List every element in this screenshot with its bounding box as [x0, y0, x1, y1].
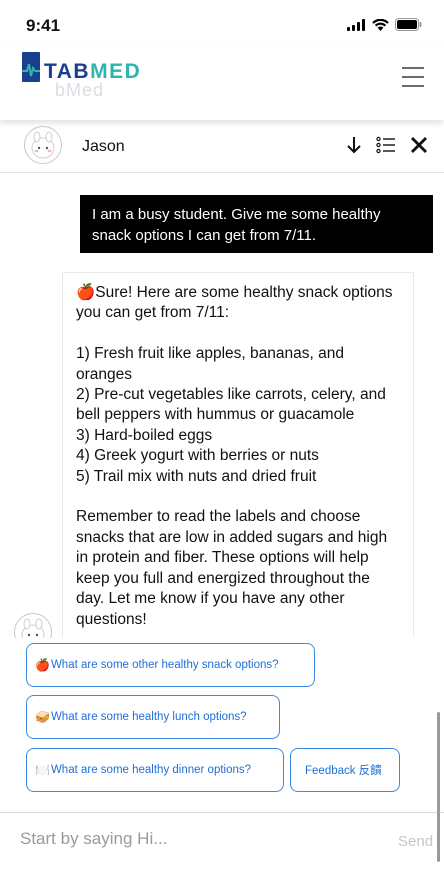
app-logo[interactable]: TABMED: [22, 52, 141, 82]
chat-toolbar: [346, 136, 428, 154]
menu-button[interactable]: [402, 67, 426, 89]
suggestion-label: What are some healthy lunch options?: [50, 711, 247, 723]
send-button[interactable]: Send: [398, 833, 433, 850]
close-icon[interactable]: [410, 136, 428, 154]
logo-mark-icon: [22, 52, 40, 82]
sandwich-icon: 🥪: [35, 710, 50, 724]
user-message-bubble: I am a busy student. Give me some health…: [80, 195, 433, 253]
suggestion-dinner-button[interactable]: 🍽️ What are some healthy dinner options?: [26, 748, 284, 792]
suggestion-lunch-button[interactable]: 🥪 What are some healthy lunch options?: [26, 695, 280, 739]
suggestion-label: What are some other healthy snack option…: [50, 659, 279, 671]
plate-icon: 🍽️: [35, 763, 50, 777]
menu-icon: [402, 67, 426, 87]
scrollbar[interactable]: [437, 712, 440, 862]
suggestion-snack-button[interactable]: 🍎 What are some other healthy snack opti…: [26, 643, 315, 687]
suggestion-label: What are some healthy dinner options?: [50, 764, 252, 776]
list-icon[interactable]: [376, 136, 396, 154]
wifi-icon: [372, 18, 389, 31]
apple-icon: 🍎: [35, 658, 50, 672]
battery-icon: [395, 18, 422, 31]
avatar: [24, 126, 62, 164]
chat-input-bar: Send: [0, 812, 444, 871]
status-time: 9:41: [26, 16, 61, 35]
chat-input[interactable]: [0, 813, 420, 865]
bunny-avatar-icon: [31, 131, 55, 159]
bot-message-text: 🍎Sure! Here are some healthy snack optio…: [76, 284, 393, 628]
chat-contact-name: Jason: [82, 138, 125, 155]
feedback-button[interactable]: Feedback 反饋: [290, 748, 400, 792]
signal-icon: [347, 18, 365, 31]
arrow-down-icon[interactable]: [346, 136, 362, 154]
status-icons: [347, 18, 422, 31]
logo-ghost-text: bMed: [55, 80, 105, 100]
bot-message-bubble: 🍎Sure! Here are some healthy snack optio…: [62, 272, 414, 638]
